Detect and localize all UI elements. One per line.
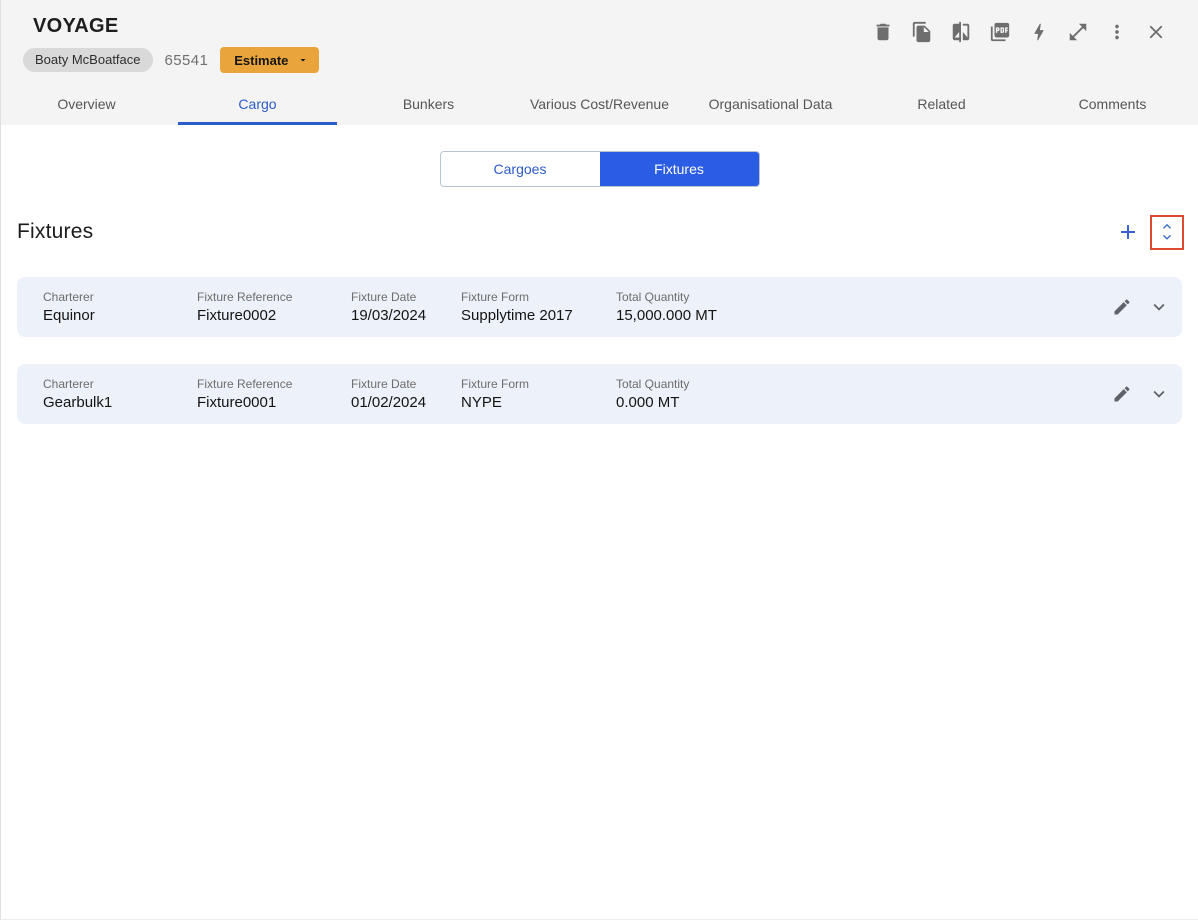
fixture-form-label: Fixture Form	[461, 377, 616, 391]
fixture-form-field: Fixture Form Supplytime 2017	[461, 290, 616, 324]
chevron-down-icon	[1159, 232, 1175, 243]
tab-comments[interactable]: Comments	[1027, 86, 1198, 125]
caret-down-icon	[297, 54, 309, 66]
estimate-label: Estimate	[234, 53, 288, 68]
total-quantity-label: Total Quantity	[616, 290, 1112, 304]
cargo-tab-content: Cargoes Fixtures Fixtures Charter	[1, 125, 1198, 424]
fixture-row[interactable]: Charterer Gearbulk1 Fixture Reference Fi…	[17, 364, 1182, 424]
close-icon[interactable]	[1145, 21, 1167, 43]
tab-organisational-data[interactable]: Organisational Data	[685, 86, 856, 125]
fixture-reference-value: Fixture0002	[197, 307, 351, 324]
charterer-label: Charterer	[43, 377, 197, 391]
fixture-reference-field: Fixture Reference Fixture0001	[197, 377, 351, 411]
voyage-number: 65541	[165, 52, 209, 69]
fixture-date-value: 01/02/2024	[351, 394, 461, 411]
voyage-header: VOYAGE Boaty McBoatface 65541 Estimate	[1, 0, 1198, 125]
edit-fixture-button[interactable]	[1112, 297, 1132, 317]
fixture-reference-field: Fixture Reference Fixture0002	[197, 290, 351, 324]
fixture-date-label: Fixture Date	[351, 377, 461, 391]
expand-row-icon[interactable]	[1148, 296, 1170, 318]
fixture-date-label: Fixture Date	[351, 290, 461, 304]
tab-cargo[interactable]: Cargo	[172, 86, 343, 125]
total-quantity-field: Total Quantity 0.000 MT	[616, 377, 1112, 411]
charterer-field: Charterer Equinor	[43, 290, 197, 324]
charterer-value: Equinor	[43, 307, 197, 324]
fixture-form-label: Fixture Form	[461, 290, 616, 304]
fixture-form-value: NYPE	[461, 394, 616, 411]
total-quantity-label: Total Quantity	[616, 377, 1112, 391]
total-quantity-field: Total Quantity 15,000.000 MT	[616, 290, 1112, 324]
fixture-reference-label: Fixture Reference	[197, 290, 351, 304]
compare-icon[interactable]	[950, 21, 972, 43]
chevron-up-icon	[1159, 221, 1175, 232]
fixture-date-value: 19/03/2024	[351, 307, 461, 324]
charterer-value: Gearbulk1	[43, 394, 197, 411]
estimate-dropdown-button[interactable]: Estimate	[220, 47, 319, 73]
pdf-icon[interactable]	[989, 21, 1011, 43]
edit-fixture-button[interactable]	[1112, 384, 1132, 404]
tab-bar: Overview Cargo Bunkers Various Cost/Reve…	[1, 86, 1198, 125]
row-actions	[1112, 383, 1172, 405]
fixtures-toggle-button[interactable]: Fixtures	[600, 152, 759, 186]
target-highlight-box	[1150, 215, 1184, 250]
vessel-chip: Boaty McBoatface	[23, 48, 153, 72]
expand-row-icon[interactable]	[1148, 383, 1170, 405]
fixture-date-field: Fixture Date 01/02/2024	[351, 377, 461, 411]
fixture-form-field: Fixture Form NYPE	[461, 377, 616, 411]
row-actions	[1112, 296, 1172, 318]
tab-various-cost-revenue[interactable]: Various Cost/Revenue	[514, 86, 685, 125]
voyage-meta: Boaty McBoatface 65541 Estimate	[23, 47, 1168, 73]
delete-icon[interactable]	[872, 21, 894, 43]
header-toolbar	[872, 21, 1167, 43]
charterer-field: Charterer Gearbulk1	[43, 377, 197, 411]
total-quantity-value: 0.000 MT	[616, 394, 1112, 411]
fixture-date-field: Fixture Date 19/03/2024	[351, 290, 461, 324]
expand-icon[interactable]	[1067, 21, 1089, 43]
tab-bunkers[interactable]: Bunkers	[343, 86, 514, 125]
fixture-row[interactable]: Charterer Equinor Fixture Reference Fixt…	[17, 277, 1182, 337]
fixtures-section-actions	[1116, 215, 1184, 250]
expand-collapse-all-button[interactable]	[1158, 221, 1176, 243]
fixtures-section-header: Fixtures	[17, 214, 1184, 250]
copy-icon[interactable]	[911, 21, 933, 43]
fixture-form-value: Supplytime 2017	[461, 307, 616, 324]
charterer-label: Charterer	[43, 290, 197, 304]
tab-overview[interactable]: Overview	[1, 86, 172, 125]
bolt-icon[interactable]	[1028, 21, 1050, 43]
fixture-reference-value: Fixture0001	[197, 394, 351, 411]
cargoes-toggle-button[interactable]: Cargoes	[441, 152, 600, 186]
total-quantity-value: 15,000.000 MT	[616, 307, 1112, 324]
view-toggle-wrap: Cargoes Fixtures	[1, 151, 1198, 187]
add-fixture-button[interactable]	[1116, 220, 1140, 244]
fixtures-section-title: Fixtures	[17, 220, 93, 244]
fixture-reference-label: Fixture Reference	[197, 377, 351, 391]
cargoes-fixtures-toggle: Cargoes Fixtures	[440, 151, 760, 187]
voyage-window: VOYAGE Boaty McBoatface 65541 Estimate	[1, 0, 1198, 424]
tab-related[interactable]: Related	[856, 86, 1027, 125]
more-options-icon[interactable]	[1106, 21, 1128, 43]
